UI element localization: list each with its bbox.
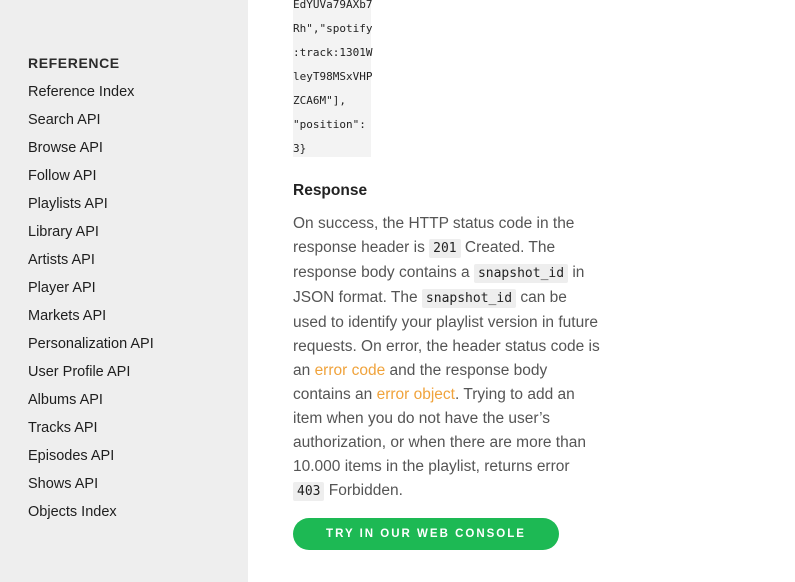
code-line: leyT98MSxVHP — [293, 70, 373, 83]
sidebar-item-player-api[interactable]: Player API — [28, 279, 154, 307]
status-code-403: 403 — [293, 482, 325, 501]
sidebar-item-markets-api[interactable]: Markets API — [28, 307, 154, 335]
sidebar-item-personalization-api[interactable]: Personalization API — [28, 335, 154, 363]
response-text: Forbidden. — [324, 482, 403, 499]
sidebar-nav: REFERENCE Reference Index Search API Bro… — [0, 0, 248, 582]
sidebar-item-user-profile-api[interactable]: User Profile API — [28, 363, 154, 391]
sidebar-list: Reference Index Search API Browse API Fo… — [28, 83, 154, 531]
code-line: EdYUVa79AXb7 — [293, 0, 373, 11]
sidebar-item-episodes-api[interactable]: Episodes API — [28, 447, 154, 475]
sidebar-item-objects-index[interactable]: Objects Index — [28, 503, 154, 531]
code-line: Rh","spotify — [293, 22, 373, 35]
code-line: ZCA6M"], — [293, 94, 346, 107]
code-line: 3} — [293, 142, 307, 155]
code-line: :track:1301W — [293, 46, 373, 59]
snapshot-id-code: snapshot_id — [473, 264, 569, 283]
sidebar-item-follow-api[interactable]: Follow API — [28, 167, 154, 195]
response-description: On success, the HTTP status code in the … — [293, 212, 603, 504]
sidebar-item-albums-api[interactable]: Albums API — [28, 391, 154, 419]
sidebar-item-search-api[interactable]: Search API — [28, 111, 154, 139]
try-web-console-button[interactable]: TRY IN OUR WEB CONSOLE — [293, 518, 559, 550]
snapshot-id-code: snapshot_id — [421, 289, 517, 308]
sidebar-item-library-api[interactable]: Library API — [28, 223, 154, 251]
sidebar-item-shows-api[interactable]: Shows API — [28, 475, 154, 503]
sidebar-item-playlists-api[interactable]: Playlists API — [28, 195, 154, 223]
sidebar-heading: REFERENCE — [28, 55, 120, 71]
sidebar-item-browse-api[interactable]: Browse API — [28, 139, 154, 167]
sidebar-item-artists-api[interactable]: Artists API — [28, 251, 154, 279]
sidebar-item-tracks-api[interactable]: Tracks API — [28, 419, 154, 447]
error-code-link[interactable]: error code — [315, 362, 386, 379]
status-code-201: 201 — [429, 239, 461, 258]
code-sample-block: EdYUVa79AXb7 Rh","spotify :track:1301W l… — [293, 0, 373, 157]
sidebar-item-reference-index[interactable]: Reference Index — [28, 83, 154, 111]
code-line: "position": — [293, 118, 366, 131]
response-heading: Response — [293, 182, 368, 199]
error-object-link[interactable]: error object — [377, 386, 455, 403]
